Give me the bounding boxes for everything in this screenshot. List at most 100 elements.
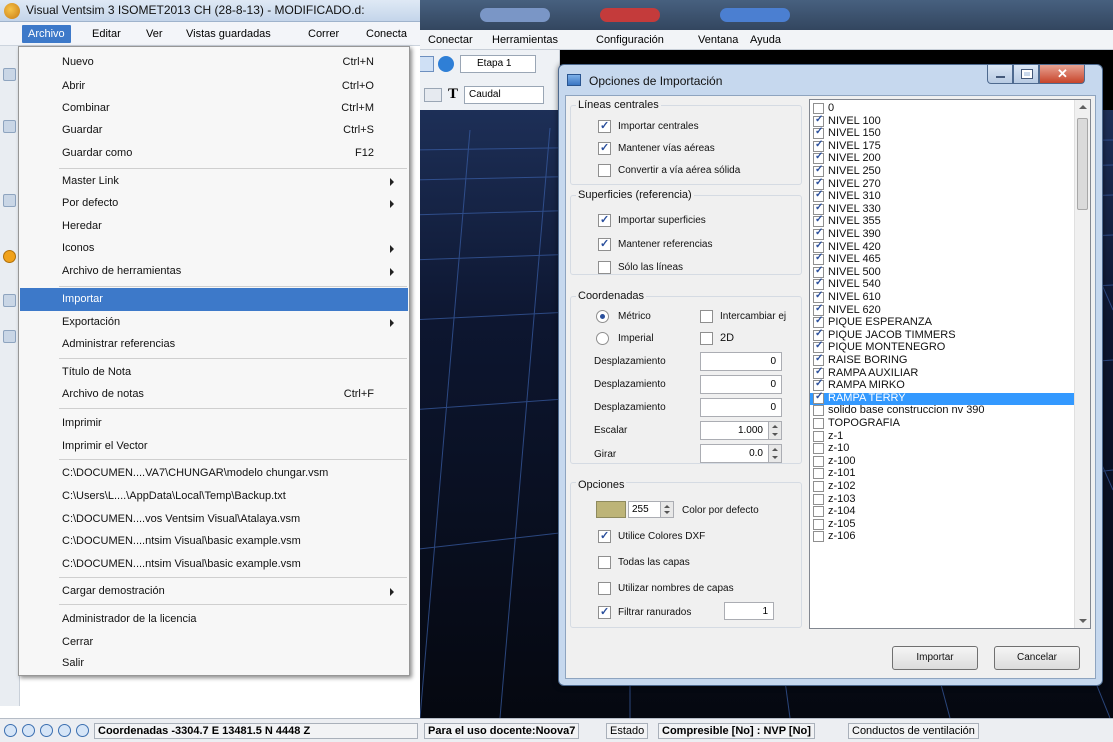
layer-checkbox[interactable] bbox=[813, 240, 824, 253]
metrico-radio[interactable] bbox=[596, 310, 609, 323]
todas-capas-checkbox[interactable] bbox=[598, 556, 611, 569]
layer-checkbox[interactable] bbox=[813, 506, 824, 518]
solo-lineas-checkbox[interactable] bbox=[598, 261, 611, 274]
menu-item-titulo-nota[interactable]: Título de Nota bbox=[20, 361, 408, 384]
layer-checkbox[interactable] bbox=[813, 468, 824, 480]
intercambiar-checkbox[interactable] bbox=[700, 310, 713, 323]
menu-item-salir[interactable]: Salir bbox=[20, 652, 408, 675]
tool-icon[interactable] bbox=[3, 250, 16, 263]
menu-item-recent-file[interactable]: C:\DOCUMEN....VA7\CHUNGAR\modelo chungar… bbox=[20, 462, 408, 485]
menu-correr[interactable]: Correr bbox=[302, 25, 345, 43]
menu-herramientas[interactable]: Herramientas bbox=[486, 31, 564, 49]
layers-list[interactable]: 0NIVEL 100NIVEL 150NIVEL 175NIVEL 200NIV… bbox=[809, 99, 1091, 629]
menu-item-recent-file[interactable]: C:\DOCUMEN....ntsim Visual\basic example… bbox=[20, 553, 408, 576]
menu-item-archivo-herramientas[interactable]: Archivo de herramientas bbox=[20, 260, 408, 283]
layer-checkbox[interactable] bbox=[813, 518, 824, 530]
importar-button[interactable]: Importar bbox=[892, 646, 978, 670]
layer-item[interactable]: TOPOGRAFIA bbox=[810, 417, 1075, 431]
menu-item-por-defecto[interactable]: Por defecto bbox=[20, 192, 408, 215]
layer-checkbox[interactable] bbox=[813, 202, 824, 215]
tool-icon[interactable] bbox=[3, 68, 16, 81]
tool-icon[interactable] bbox=[3, 330, 16, 343]
menu-item-cerrar[interactable]: Cerrar bbox=[20, 631, 408, 654]
menu-item-exportacion[interactable]: Exportación bbox=[20, 311, 408, 334]
layer-item[interactable]: z-106 bbox=[810, 530, 1075, 544]
menu-item-iconos[interactable]: Iconos bbox=[20, 237, 408, 260]
offset-y-input[interactable]: 0 bbox=[700, 375, 782, 394]
nav-prev-icon[interactable] bbox=[22, 724, 35, 737]
layer-checkbox[interactable] bbox=[813, 455, 824, 467]
offset-z-input[interactable]: 0 bbox=[700, 398, 782, 417]
layer-checkbox[interactable] bbox=[813, 328, 824, 341]
layer-checkbox[interactable] bbox=[813, 418, 824, 429]
two-d-checkbox[interactable] bbox=[700, 332, 713, 345]
layer-checkbox[interactable] bbox=[813, 366, 824, 379]
tool-icon[interactable] bbox=[3, 194, 16, 207]
layer-checkbox[interactable] bbox=[813, 214, 824, 228]
scale-spinner[interactable] bbox=[768, 422, 781, 439]
nav-last-icon[interactable] bbox=[76, 724, 89, 737]
menu-item-recent-file[interactable]: C:\DOCUMEN....vos Ventsim Visual\Atalaya… bbox=[20, 508, 408, 531]
layer-checkbox[interactable] bbox=[813, 340, 824, 354]
offset-x-input[interactable]: 0 bbox=[700, 352, 782, 371]
menu-ventana[interactable]: Ventana bbox=[692, 31, 744, 49]
maximize-button[interactable] bbox=[1013, 65, 1039, 84]
menu-item-administrador-licencia[interactable]: Administrador de la licencia bbox=[20, 608, 408, 631]
imperial-radio[interactable] bbox=[596, 332, 609, 345]
text-tool-icon[interactable]: T bbox=[448, 86, 458, 103]
menu-item-combinar[interactable]: Combinar Ctrl+M bbox=[20, 97, 408, 120]
menu-item-imprimir[interactable]: Imprimir bbox=[20, 412, 408, 435]
menu-item-imprimir-vector[interactable]: Imprimir el Vector bbox=[20, 435, 408, 458]
menu-item-archivo-notas[interactable]: Archivo de notas Ctrl+F bbox=[20, 383, 408, 406]
menu-ver[interactable]: Ver bbox=[140, 25, 169, 43]
layer-checkbox[interactable] bbox=[813, 252, 824, 266]
menu-item-nuevo[interactable]: Nuevo Ctrl+N bbox=[20, 51, 408, 74]
convertir-via-checkbox[interactable] bbox=[598, 164, 611, 177]
menu-item-importar[interactable]: Importar bbox=[20, 288, 408, 311]
layer-checkbox[interactable] bbox=[813, 378, 824, 392]
importar-centrales-checkbox[interactable] bbox=[598, 119, 611, 133]
layer-checkbox[interactable] bbox=[813, 443, 824, 455]
menu-configuracion[interactable]: Configuración bbox=[590, 31, 670, 49]
nav-first-icon[interactable] bbox=[4, 724, 17, 737]
mantener-vias-checkbox[interactable] bbox=[598, 141, 611, 155]
layer-checkbox[interactable] bbox=[813, 493, 824, 505]
stage-select[interactable]: Etapa 1 bbox=[477, 58, 511, 69]
nav-next-icon[interactable] bbox=[58, 724, 71, 737]
link-icon[interactable] bbox=[424, 88, 442, 102]
layer-checkbox[interactable] bbox=[813, 290, 824, 303]
nav-pause-icon[interactable] bbox=[40, 724, 53, 737]
layer-checkbox[interactable] bbox=[813, 114, 824, 127]
layer-checkbox[interactable] bbox=[813, 430, 824, 442]
color-swatch[interactable] bbox=[596, 501, 626, 518]
scroll-down-icon[interactable] bbox=[1079, 619, 1087, 623]
caudal-select[interactable]: Caudal bbox=[469, 89, 501, 100]
menu-item-recent-file[interactable]: C:\DOCUMEN....ntsim Visual\basic example… bbox=[20, 530, 408, 553]
menu-item-cargar-demostracion[interactable]: Cargar demostración bbox=[20, 580, 408, 603]
scroll-up-icon[interactable] bbox=[1079, 105, 1087, 109]
menu-editar[interactable]: Editar bbox=[86, 25, 127, 43]
filtrar-ranurados-checkbox[interactable] bbox=[598, 605, 611, 619]
color-spinner[interactable] bbox=[660, 502, 673, 517]
layer-checkbox[interactable] bbox=[813, 481, 824, 492]
importar-superficies-checkbox[interactable] bbox=[598, 213, 611, 227]
layer-checkbox[interactable] bbox=[813, 151, 824, 165]
layer-checkbox[interactable] bbox=[813, 405, 824, 417]
colores-dxf-checkbox[interactable] bbox=[598, 529, 611, 543]
layer-checkbox[interactable] bbox=[813, 139, 824, 152]
menu-item-administrar-referencias[interactable]: Administrar referencias bbox=[20, 333, 408, 356]
layer-item[interactable]: z-1 bbox=[810, 430, 1075, 444]
nombres-capas-checkbox[interactable] bbox=[598, 582, 611, 595]
tool-icon[interactable] bbox=[3, 120, 16, 133]
layer-checkbox[interactable] bbox=[813, 353, 824, 366]
minimize-button[interactable] bbox=[987, 65, 1013, 84]
rotate-spinner[interactable] bbox=[768, 445, 781, 462]
layer-checkbox[interactable] bbox=[813, 189, 824, 203]
layers-scrollbar[interactable] bbox=[1074, 100, 1090, 628]
menu-item-heredar[interactable]: Heredar bbox=[20, 215, 408, 238]
menu-item-master-link[interactable]: Master Link bbox=[20, 170, 408, 193]
select-tool-icon[interactable] bbox=[418, 56, 434, 72]
layer-checkbox[interactable] bbox=[813, 531, 824, 543]
menu-item-guardar[interactable]: Guardar Ctrl+S bbox=[20, 119, 408, 142]
layer-checkbox[interactable] bbox=[813, 164, 824, 177]
